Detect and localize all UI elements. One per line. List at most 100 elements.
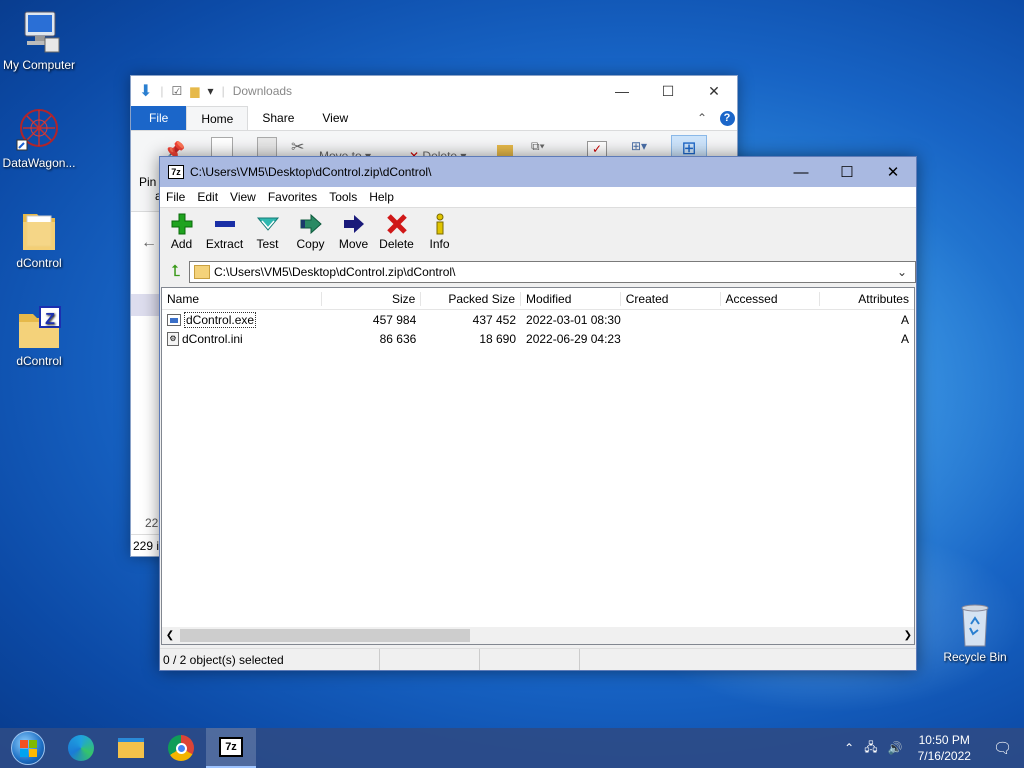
quick-access-down-arrow-icon[interactable]: ⬇	[139, 81, 152, 101]
toolbar: Add Extract Test Copy Move Delete Info	[160, 207, 916, 259]
notification-icon[interactable]: 🗨	[981, 739, 1024, 757]
taskbar-chrome[interactable]	[156, 728, 206, 768]
delete-icon	[385, 212, 409, 236]
menu-tools[interactable]: Tools	[323, 190, 363, 204]
menu-favorites[interactable]: Favorites	[262, 190, 323, 204]
test-button[interactable]: Test	[246, 208, 289, 259]
new-item-icon[interactable]: ⧉▾	[531, 139, 545, 154]
test-icon	[256, 212, 280, 236]
cut-icon[interactable]: ✂	[291, 137, 304, 157]
add-icon	[170, 212, 194, 236]
status-panel-3	[480, 649, 580, 670]
selection-status: 0 / 2 object(s) selected	[160, 649, 380, 670]
file-list[interactable]: Name Size Packed Size Modified Created A…	[161, 287, 915, 645]
extract-icon	[213, 212, 237, 236]
start-button[interactable]	[0, 728, 56, 768]
7zip-window[interactable]: 7z C:\Users\VM5\Desktop\dControl.zip\dCo…	[159, 156, 917, 671]
nav-pane-selected[interactable]	[131, 294, 161, 316]
volume-icon[interactable]: 🔊	[883, 741, 908, 755]
desktop-icon-my-computer[interactable]: My Computer	[0, 8, 80, 72]
desktop-icon-label: dControl	[16, 256, 62, 270]
desktop-icon-recycle-bin[interactable]: Recycle Bin	[934, 600, 1016, 664]
column-attributes[interactable]: Attributes	[820, 292, 914, 306]
menu-view[interactable]: View	[224, 190, 262, 204]
column-size[interactable]: Size	[322, 291, 422, 306]
column-accessed[interactable]: Accessed	[721, 291, 821, 306]
clock-time: 10:50 PM	[918, 733, 970, 747]
chevron-down-icon[interactable]: ▾	[208, 84, 214, 98]
file-modified: 2022-06-29 04:23	[526, 331, 621, 346]
folder-icon	[15, 206, 63, 254]
address-bar[interactable]: C:\Users\VM5\Desktop\dControl.zip\dContr…	[189, 261, 916, 283]
tab-home[interactable]: Home	[186, 106, 249, 130]
back-arrow-icon[interactable]: ←	[141, 234, 157, 252]
chevron-down-icon[interactable]: ⌄	[897, 265, 915, 279]
table-row[interactable]: ⚙ dControl.ini 86 636 18 690 2022-06-29 …	[162, 329, 914, 348]
file-modified: 2022-03-01 08:30	[526, 312, 621, 327]
tab-share[interactable]: Share	[248, 106, 308, 130]
scroll-left-icon[interactable]: ❮	[162, 630, 178, 641]
horizontal-scrollbar[interactable]: ❮ ❯	[162, 627, 914, 644]
chevron-up-icon[interactable]: ⌃	[839, 741, 859, 755]
file-attributes: A	[900, 331, 909, 346]
desktop-icon-dcontrol-zip[interactable]: Z dControl	[0, 304, 80, 368]
list-header: Name Size Packed Size Modified Created A…	[162, 288, 914, 310]
address-text: C:\Users\VM5\Desktop\dControl.zip\dContr…	[214, 265, 456, 279]
file-explorer-icon	[118, 738, 144, 758]
file-attributes: A	[900, 312, 909, 327]
menu-edit[interactable]: Edit	[191, 190, 224, 204]
status-bar: 0 / 2 object(s) selected	[160, 648, 916, 670]
taskbar-edge[interactable]	[56, 728, 106, 768]
desktop-icon-dcontrol-folder[interactable]: dControl	[0, 206, 80, 270]
chrome-icon	[168, 735, 194, 761]
open-icon[interactable]: ⊞▾	[631, 139, 647, 153]
new-folder-icon[interactable]: ▆	[190, 84, 199, 98]
copy-button[interactable]: Copy	[289, 208, 332, 259]
computer-icon	[15, 8, 63, 56]
clock-date: 7/16/2022	[917, 749, 971, 763]
column-modified[interactable]: Modified	[521, 291, 621, 306]
copy-icon	[299, 212, 323, 236]
file-name: dControl.exe	[184, 311, 257, 328]
up-folder-icon[interactable]: ⮤	[163, 263, 189, 281]
chevron-up-icon[interactable]: ⌃	[697, 106, 717, 130]
minimize-button[interactable]: —	[778, 157, 824, 187]
tab-file[interactable]: File	[131, 106, 187, 130]
tab-view[interactable]: View	[308, 106, 362, 130]
menu-help[interactable]: Help	[363, 190, 400, 204]
delete-button[interactable]: Delete	[375, 208, 418, 259]
add-button[interactable]: Add	[160, 208, 203, 259]
menu-file[interactable]: File	[160, 190, 191, 204]
maximize-button[interactable]: ☐	[824, 157, 870, 187]
desktop-icon-datawagon[interactable]: DataWagon...	[0, 106, 80, 170]
close-button[interactable]: ✕	[870, 157, 916, 187]
taskbar-file-explorer[interactable]	[106, 728, 156, 768]
move-icon	[342, 212, 366, 236]
desktop-icon-label: dControl	[16, 354, 62, 368]
7zip-title: C:\Users\VM5\Desktop\dControl.zip\dContr…	[190, 165, 432, 179]
maximize-button[interactable]: ☐	[645, 76, 691, 106]
info-button[interactable]: Info	[418, 208, 461, 259]
taskbar-7zip[interactable]: 7z	[206, 728, 256, 768]
close-button[interactable]: ✕	[691, 76, 737, 106]
system-tray: ⌃ 🖧 🔊 10:50 PM 7/16/2022 🗨	[839, 728, 1024, 768]
zip-folder-icon: Z	[15, 304, 63, 352]
table-row[interactable]: dControl.exe 457 984 437 452 2022-03-01 …	[162, 310, 914, 329]
clock[interactable]: 10:50 PM 7/16/2022	[908, 732, 981, 764]
exe-file-icon	[167, 313, 181, 326]
move-button[interactable]: Move	[332, 208, 375, 259]
scroll-right-icon[interactable]: ❯	[904, 630, 912, 641]
7zip-icon: 7z	[219, 737, 243, 757]
properties-icon[interactable]: ☑	[172, 84, 183, 98]
extract-button[interactable]: Extract	[203, 208, 246, 259]
help-icon[interactable]: ?	[717, 106, 737, 130]
column-created[interactable]: Created	[621, 291, 721, 306]
file-size: 457 984	[372, 312, 417, 327]
network-icon[interactable]: 🖧	[859, 738, 882, 759]
column-packed-size[interactable]: Packed Size	[421, 291, 522, 306]
desktop-icon-label: My Computer	[2, 58, 76, 72]
scrollbar-thumb[interactable]	[180, 629, 470, 642]
edge-icon	[68, 735, 94, 761]
column-name[interactable]: Name	[162, 291, 322, 306]
minimize-button[interactable]: —	[599, 76, 645, 106]
